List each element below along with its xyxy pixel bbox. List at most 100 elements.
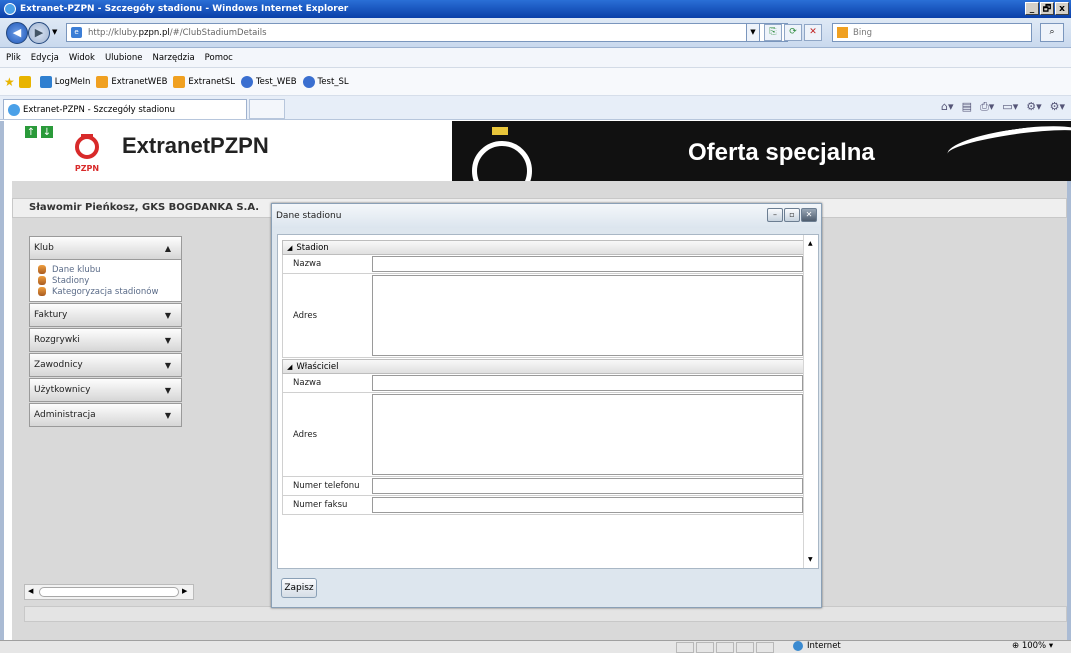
arrow-up-icon[interactable]: ↑	[24, 125, 38, 139]
form-scrollbar[interactable]: ▲ ▼	[803, 235, 818, 568]
logo-caption: PZPN	[75, 164, 99, 173]
fav-extranetweb[interactable]: ExtranetWEB	[96, 75, 167, 88]
scroll-thumb[interactable]	[39, 587, 179, 597]
sidebar-section-administracja[interactable]: Administracja ▼	[29, 403, 182, 427]
sidebar-section-rozgrywki[interactable]: Rozgrywki ▼	[29, 328, 182, 352]
menu-file[interactable]: Plik	[2, 53, 27, 63]
address-input[interactable]: e http://kluby. pzpn.pl/#/ClubStadiumDeta…	[66, 23, 788, 42]
arrow-down-icon[interactable]: ↓	[40, 125, 54, 139]
menu-tools[interactable]: Narzędzia	[148, 53, 200, 63]
dialog-close-button[interactable]: ✕	[801, 208, 817, 222]
scroll-down-icon[interactable]: ▼	[808, 556, 813, 563]
menu-bar: Plik Edycja Widok Ulubione Narzędzia Pom…	[0, 48, 1071, 68]
new-tab-button[interactable]	[249, 99, 285, 119]
minimize-button[interactable]: _	[1025, 2, 1039, 15]
scroll-right-icon[interactable]: ▶	[182, 587, 187, 595]
banner-text: Oferta specjalna	[688, 139, 875, 166]
status-segment	[756, 642, 774, 653]
fav-logmein[interactable]: LogMeIn	[39, 75, 90, 88]
section-label: Rozgrywki	[34, 335, 80, 345]
search-input[interactable]: Bing	[832, 23, 1032, 42]
stadium-dialog: Dane stadionu – ▫ ✕ ◢ Stadion Nazwa Adres…	[271, 203, 822, 608]
home-icon[interactable]: ⌂▾	[941, 100, 954, 114]
tab-strip: Extranet-PZPN - Szczegóły stadionu ⌂▾ ▤ …	[0, 96, 1071, 120]
sidebar-section-klub[interactable]: Klub ▲	[29, 236, 182, 260]
field-label: Nazwa	[282, 374, 372, 392]
stadion-name-input[interactable]	[372, 256, 803, 272]
ie-page-icon	[8, 103, 20, 116]
section-stadion[interactable]: ◢ Stadion	[282, 240, 804, 255]
stop-icon[interactable]: ✕	[804, 24, 822, 41]
sidebar-link-kategoryzacja[interactable]: Kategoryzacja stadionów	[38, 286, 181, 297]
address-dropdown-icon[interactable]: ▼	[746, 23, 760, 42]
search-icon[interactable]: ⌕	[1040, 23, 1064, 42]
dialog-minimize-button[interactable]: –	[767, 208, 783, 222]
stadion-address-input[interactable]	[372, 275, 803, 356]
row-fax: Numer faksu	[282, 496, 804, 515]
sidebar-section-uzytkownicy[interactable]: Użytkownicy ▼	[29, 378, 182, 402]
promo-banner[interactable]: Oferta specjalna	[452, 121, 1071, 181]
row-owner-address: Adres	[282, 393, 804, 477]
chevron-down-icon: ▼	[164, 410, 171, 420]
url-domain: pzpn.pl	[138, 27, 170, 38]
close-button[interactable]: x	[1055, 2, 1069, 15]
page-viewport: ↑ ↓ PZPN ExtranetPZPN Oferta specjalna S…	[0, 121, 1071, 640]
tools-menu-icon[interactable]: ⚙▾	[1050, 100, 1065, 114]
window-titlebar: Extranet-PZPN - Szczegóły stadionu - Win…	[0, 0, 1071, 18]
section-label: Właściciel	[296, 361, 339, 372]
zoom-control[interactable]: ⊕ 100% ▾	[1012, 641, 1053, 651]
refresh-icon[interactable]: ⟳	[784, 24, 802, 41]
scroll-left-icon[interactable]: ◀	[28, 587, 33, 595]
section-owner[interactable]: ◢ Właściciel	[282, 359, 804, 374]
link-label: Dane klubu	[52, 264, 101, 275]
zoom-level: 100%	[1021, 641, 1047, 651]
zoom-icon: ⊕	[1012, 641, 1022, 651]
menu-view[interactable]: Widok	[65, 53, 101, 63]
chevron-down-icon: ▼	[164, 385, 171, 395]
scroll-up-icon[interactable]: ▲	[808, 240, 813, 247]
search-placeholder: Bing	[853, 27, 872, 38]
sidebar-section-zawodnicy[interactable]: Zawodnicy ▼	[29, 353, 182, 377]
dialog-title: Dane stadionu	[276, 211, 342, 221]
owner-address-input[interactable]	[372, 394, 803, 475]
fav-test-web[interactable]: Test_WEB	[240, 75, 297, 88]
sidebar-section-klub-body: Dane klubu Stadiony Kategoryzacja stadio…	[29, 260, 182, 302]
save-button[interactable]: Zapisz	[281, 578, 317, 598]
status-bar: Internet ⊕ 100% ▾	[0, 640, 1071, 653]
status-segment	[736, 642, 754, 653]
feeds-icon[interactable]: ▤	[962, 100, 972, 114]
sidebar-section-faktury[interactable]: Faktury ▼	[29, 303, 182, 327]
back-button[interactable]: ◀	[6, 22, 28, 44]
menu-help[interactable]: Pomoc	[201, 53, 239, 63]
fav-test-sl[interactable]: Test_SL	[302, 75, 349, 88]
restore-button[interactable]: 🗗	[1040, 2, 1054, 15]
pzpn-logo: PZPN	[75, 134, 99, 173]
zone-label: Internet	[807, 641, 841, 651]
recent-pages-dropdown-icon[interactable]: ▼	[52, 28, 57, 36]
tab-current[interactable]: Extranet-PZPN - Szczegóły stadionu	[3, 99, 247, 119]
phone-input[interactable]	[372, 478, 803, 494]
security-zone[interactable]: Internet	[793, 641, 841, 651]
dialog-maximize-button[interactable]: ▫	[784, 208, 800, 222]
menu-favorites[interactable]: Ulubione	[101, 53, 149, 63]
url-prefix: http://kluby.	[88, 27, 139, 38]
menu-item-icon	[38, 265, 46, 274]
fax-input[interactable]	[372, 497, 803, 513]
sidebar-link-stadiony[interactable]: Stadiony	[38, 275, 181, 286]
sidebar-link-dane-klubu[interactable]: Dane klubu	[38, 264, 181, 275]
dialog-titlebar[interactable]: Dane stadionu – ▫ ✕	[272, 204, 821, 228]
horizontal-scrollbar[interactable]: ◀ ▶	[24, 584, 194, 600]
page-menu-icon[interactable]: ▭▾	[1002, 100, 1018, 114]
safety-menu-icon[interactable]: ⚙▾	[1026, 100, 1041, 114]
link-label: Kategoryzacja stadionów	[52, 286, 159, 297]
forward-button[interactable]: ▶	[28, 22, 50, 44]
ie-page-icon	[173, 75, 186, 88]
menu-edit[interactable]: Edycja	[27, 53, 65, 63]
favorites-star-icon[interactable]: ★	[4, 75, 15, 89]
add-favorites-button[interactable]	[18, 75, 34, 88]
print-icon[interactable]: ⎙▾	[980, 100, 994, 114]
fav-extranetsl[interactable]: ExtranetSL	[173, 75, 235, 88]
owner-name-input[interactable]	[372, 375, 803, 391]
field-label: Numer telefonu	[282, 477, 372, 495]
compatibility-icon[interactable]: ⎘	[764, 24, 782, 41]
